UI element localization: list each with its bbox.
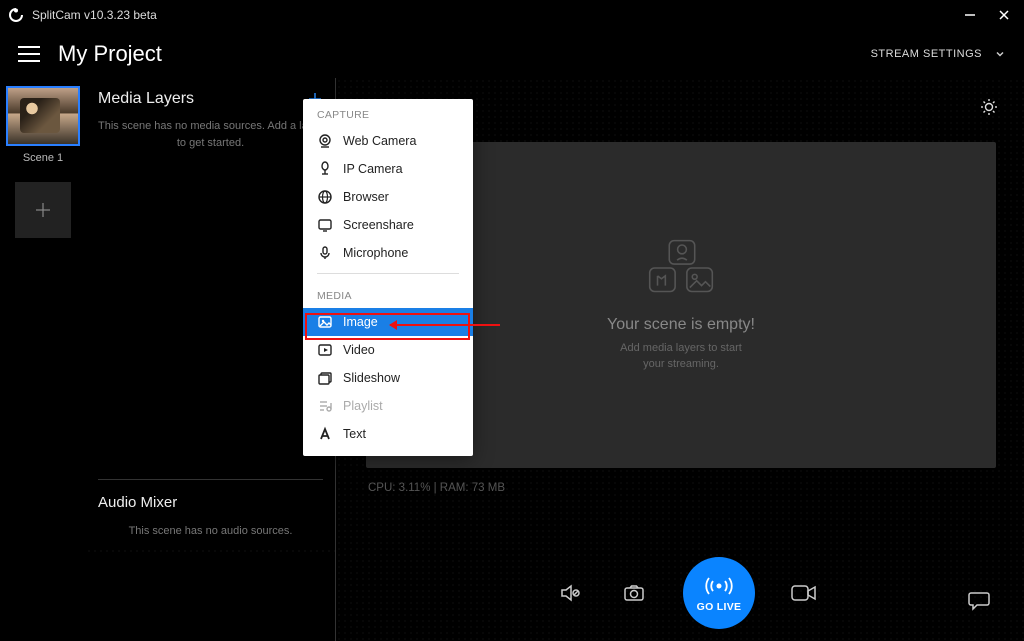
- add-scene-button[interactable]: [15, 182, 71, 238]
- text-icon: [317, 426, 333, 442]
- scenes-sidebar: Scene 1: [0, 78, 86, 641]
- broadcast-icon: [704, 574, 734, 598]
- popup-media-label: MEDIA: [303, 280, 473, 308]
- project-title: My Project: [58, 41, 162, 67]
- playlist-icon: [317, 398, 333, 414]
- stream-settings-label: STREAM SETTINGS: [871, 48, 982, 60]
- add-layer-menu: CAPTURE Web Camera IP Camera Browser Scr…: [303, 99, 473, 456]
- popup-capture-label: CAPTURE: [303, 99, 473, 127]
- ip-camera-icon: [317, 161, 333, 177]
- audio-empty-text: This scene has no audio sources.: [86, 525, 335, 537]
- menu-item-text[interactable]: Text: [303, 420, 473, 448]
- app-title: SplitCam v10.3.23 beta: [32, 8, 157, 22]
- stream-settings-button[interactable]: STREAM SETTINGS: [871, 48, 1006, 60]
- empty-scene-title: Your scene is empty!: [607, 316, 755, 334]
- scene-thumbnail[interactable]: [6, 86, 80, 146]
- menu-item-screenshare[interactable]: Screenshare: [303, 211, 473, 239]
- go-live-label: GO LIVE: [697, 601, 742, 613]
- menu-item-browser[interactable]: Browser: [303, 183, 473, 211]
- menu-item-playlist: Playlist: [303, 392, 473, 420]
- bottom-dock: GO LIVE: [350, 557, 1024, 629]
- mute-button[interactable]: [555, 578, 585, 608]
- menu-item-microphone[interactable]: Microphone: [303, 239, 473, 267]
- screenshare-icon: [317, 217, 333, 233]
- minimize-button[interactable]: [958, 3, 982, 27]
- chat-button[interactable]: [964, 585, 994, 615]
- menu-item-video[interactable]: Video: [303, 336, 473, 364]
- chevron-down-icon: [994, 48, 1006, 60]
- empty-scene-subtitle: Add media layers to start your streaming…: [620, 340, 742, 373]
- globe-icon: [317, 189, 333, 205]
- empty-scene-icon: [636, 238, 726, 298]
- scene-label: Scene 1: [6, 152, 80, 164]
- webcam-icon: [317, 133, 333, 149]
- menu-item-slideshow[interactable]: Slideshow: [303, 364, 473, 392]
- video-icon: [317, 342, 333, 358]
- media-panel: Media Layers This scene has no media sou…: [86, 78, 336, 641]
- audio-mixer-title: Audio Mixer: [86, 494, 335, 525]
- menu-item-web-camera[interactable]: Web Camera: [303, 127, 473, 155]
- divider: [98, 479, 323, 480]
- menu-item-image[interactable]: Image: [303, 308, 473, 336]
- media-layers-title: Media Layers: [98, 90, 194, 108]
- record-button[interactable]: [789, 578, 819, 608]
- brightness-button[interactable]: [976, 94, 1002, 120]
- app-logo-icon: [8, 7, 24, 23]
- system-stats: CPU: 3.11% | RAM: 73 MB: [368, 482, 1006, 494]
- media-empty-text: This scene has no media sources. Add a l…: [86, 118, 335, 151]
- snapshot-button[interactable]: [619, 578, 649, 608]
- popup-divider: [317, 273, 459, 274]
- image-icon: [317, 314, 333, 330]
- menu-button[interactable]: [18, 46, 40, 62]
- close-button[interactable]: [992, 3, 1016, 27]
- go-live-button[interactable]: GO LIVE: [683, 557, 755, 629]
- slideshow-icon: [317, 370, 333, 386]
- menu-item-ip-camera[interactable]: IP Camera: [303, 155, 473, 183]
- microphone-icon: [317, 245, 333, 261]
